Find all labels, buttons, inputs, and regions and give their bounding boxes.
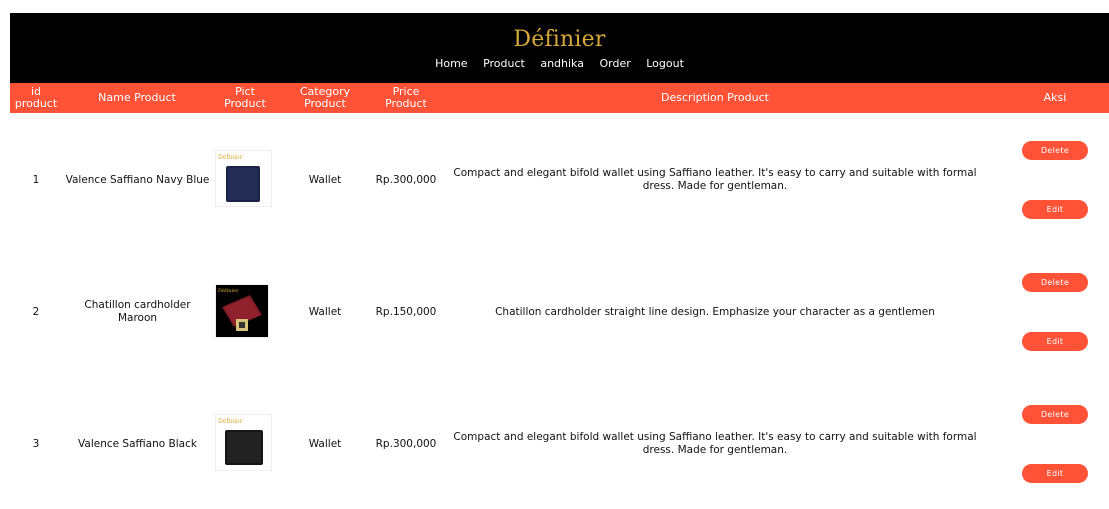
table-row: 2 Chatillon cardholder Maroon Définier W… bbox=[10, 247, 1109, 377]
header-description: Description Product bbox=[661, 91, 769, 104]
top-navbar: Définier Home Product andhika Order Logo… bbox=[10, 13, 1109, 83]
table-row: 3 Valence Saffiano Black Définier Wallet… bbox=[10, 379, 1109, 509]
table-row: 1 Valence Saffiano Navy Blue Définier Wa… bbox=[10, 115, 1109, 245]
header-name: Name Product bbox=[98, 91, 176, 104]
edit-button[interactable]: Edit bbox=[1022, 200, 1088, 219]
nav-product[interactable]: Product bbox=[483, 57, 525, 70]
cell-price: Rp.300,000 bbox=[375, 173, 437, 186]
cell-price: Rp.300,000 bbox=[375, 437, 437, 450]
cell-id: 2 bbox=[32, 305, 40, 318]
cell-description: Compact and elegant bifold wallet using … bbox=[453, 167, 977, 192]
header-action: Aksi bbox=[1043, 91, 1067, 104]
header-price: Price Product bbox=[385, 85, 427, 110]
cell-category: Wallet bbox=[308, 305, 342, 318]
header-pict: Pict Product bbox=[224, 85, 266, 110]
cell-name: Valence Saffiano Navy Blue bbox=[65, 173, 210, 186]
product-image: Définier bbox=[215, 414, 272, 471]
nav-order[interactable]: Order bbox=[599, 57, 630, 70]
header-id: id product bbox=[14, 85, 58, 110]
brand-logo: Définier bbox=[513, 27, 606, 52]
product-image: Définier bbox=[215, 150, 272, 207]
thumb-brand-text: Définier bbox=[218, 287, 239, 294]
product-image: Définier bbox=[215, 284, 269, 338]
cell-id: 3 bbox=[32, 437, 40, 450]
delete-button[interactable]: Delete bbox=[1022, 141, 1088, 160]
nav-user[interactable]: andhika bbox=[540, 57, 584, 70]
main-nav: Home Product andhika Order Logout bbox=[10, 57, 1109, 70]
delete-button[interactable]: Delete bbox=[1022, 273, 1088, 292]
cell-name: Chatillon cardholder Maroon bbox=[84, 299, 191, 324]
cell-category: Wallet bbox=[308, 173, 342, 186]
cell-name: Valence Saffiano Black bbox=[78, 437, 197, 450]
thumb-brand-text: Définier bbox=[218, 418, 243, 425]
delete-button[interactable]: Delete bbox=[1022, 405, 1088, 424]
nav-home[interactable]: Home bbox=[435, 57, 467, 70]
edit-button[interactable]: Edit bbox=[1022, 332, 1088, 351]
edit-button[interactable]: Edit bbox=[1022, 464, 1088, 483]
header-category: Category Product bbox=[299, 85, 351, 110]
thumb-brand-text: Définier bbox=[218, 154, 243, 161]
table-header: id product Name Product Pict Product Cat… bbox=[10, 83, 1109, 113]
cell-category: Wallet bbox=[308, 437, 342, 450]
cell-price: Rp.150,000 bbox=[375, 305, 437, 318]
cell-id: 1 bbox=[32, 173, 40, 186]
nav-logout[interactable]: Logout bbox=[646, 57, 684, 70]
cell-description: Chatillon cardholder straight line desig… bbox=[495, 305, 935, 318]
cell-description: Compact and elegant bifold wallet using … bbox=[453, 431, 977, 456]
